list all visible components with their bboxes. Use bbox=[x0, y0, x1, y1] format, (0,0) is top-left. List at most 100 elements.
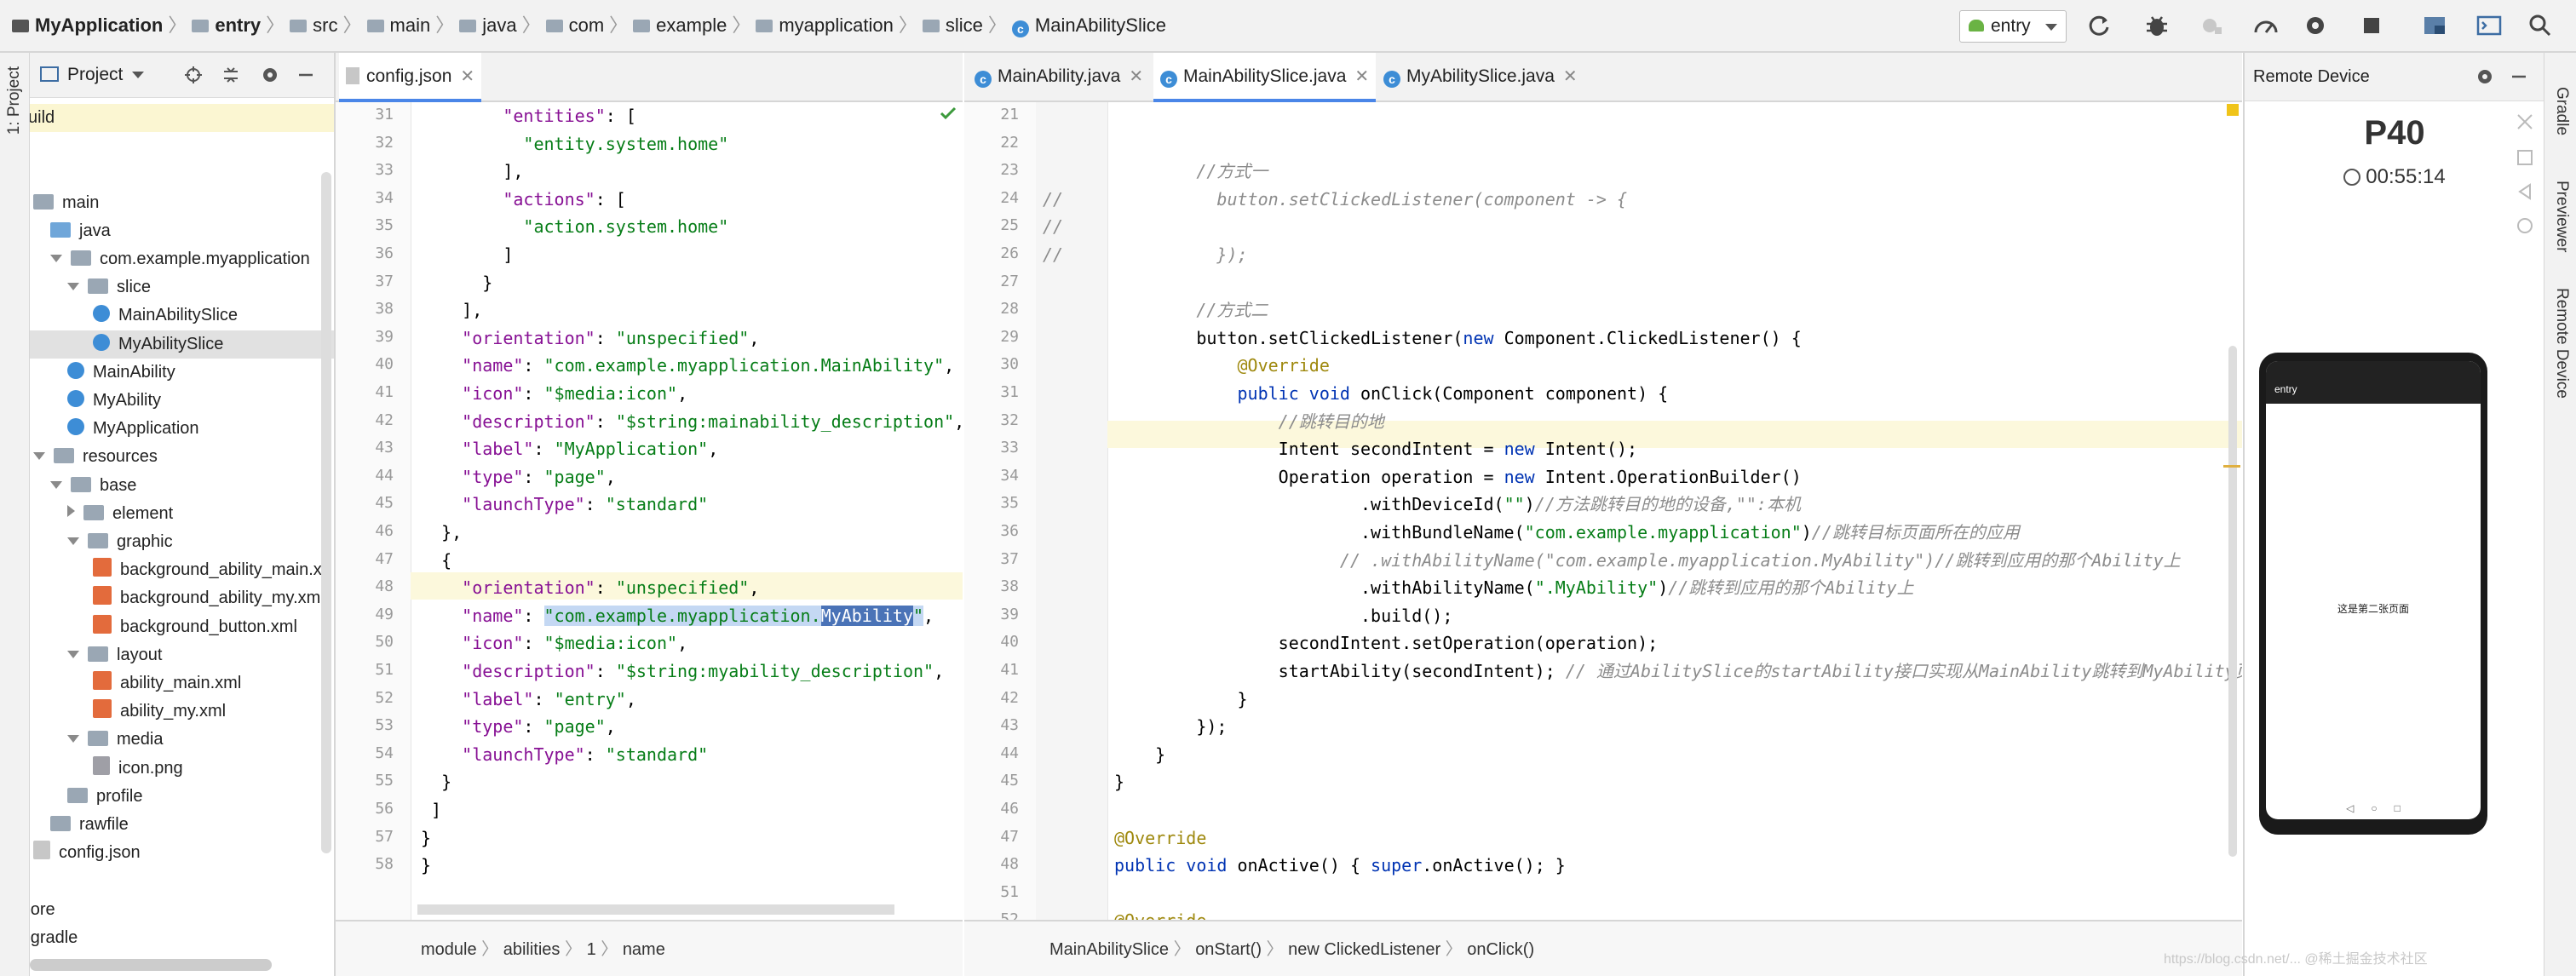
editor-tab[interactable]: c MainAbilitySlice.java ✕ bbox=[1153, 53, 1377, 102]
tree-item[interactable]: slice bbox=[30, 273, 334, 301]
code-line: //跳转目的地 bbox=[1114, 410, 1384, 432]
editor-breadcrumb-item[interactable]: onClick() bbox=[1467, 940, 1534, 959]
editor-breadcrumb-item[interactable]: 1 bbox=[587, 940, 596, 959]
sync-icon[interactable] bbox=[2085, 12, 2113, 39]
editor-tab[interactable]: c MainAbility.java ✕ bbox=[968, 53, 1150, 100]
tree-item[interactable]: rawfile bbox=[30, 811, 334, 839]
chevron-right-icon[interactable] bbox=[67, 504, 75, 517]
run-config-select[interactable]: entry bbox=[1959, 10, 2067, 43]
breadcrumb-item[interactable]: main bbox=[366, 14, 430, 36]
editor-breadcrumb-item[interactable]: name bbox=[623, 940, 665, 959]
chevron-down-icon[interactable] bbox=[67, 650, 79, 658]
tree-item[interactable]: background_button.xml bbox=[30, 613, 334, 641]
tree-item[interactable]: ability_main.xml bbox=[30, 669, 334, 698]
editor-vscrollbar[interactable] bbox=[2228, 346, 2237, 857]
tree-item[interactable]: MyAbility bbox=[30, 387, 334, 415]
terminal-icon[interactable] bbox=[2475, 12, 2503, 39]
tree-hscrollbar[interactable] bbox=[30, 959, 272, 971]
tree-item[interactable]: profile bbox=[30, 783, 334, 811]
tree-item[interactable]: icon.png bbox=[30, 755, 334, 783]
tree-item[interactable]: element bbox=[30, 500, 334, 528]
tree-item[interactable]: background_ability_my.xm bbox=[30, 584, 334, 612]
bug-icon[interactable] bbox=[2143, 12, 2171, 39]
tree-item[interactable]: main bbox=[30, 189, 334, 217]
tree-item[interactable]: media bbox=[30, 726, 334, 754]
comment-prefix: // bbox=[1043, 244, 1064, 265]
tree-item[interactable]: background_ability_main.x bbox=[30, 556, 334, 584]
gear-bug-icon[interactable] bbox=[2302, 12, 2329, 39]
editor-breadcrumb-item[interactable]: abilities bbox=[503, 940, 561, 959]
breadcrumb-item[interactable]: slice bbox=[922, 14, 983, 36]
phone-nav-bar: ◁ ○ □ bbox=[2346, 802, 2401, 814]
project-structure-icon[interactable] bbox=[2421, 12, 2448, 39]
editor-breadcrumb-item[interactable]: onStart() bbox=[1195, 940, 1262, 959]
chevron-down-icon[interactable] bbox=[50, 480, 62, 489]
gradle-tool-tab[interactable]: Gradle bbox=[2552, 87, 2571, 135]
phone-screen[interactable]: entry 这是第二张页面 ◁ ○ □ bbox=[2266, 361, 2481, 819]
chevron-down-icon[interactable] bbox=[132, 72, 144, 78]
minimize-icon[interactable] bbox=[296, 65, 316, 85]
breadcrumb-item[interactable]: java bbox=[459, 14, 517, 36]
chevron-down-icon[interactable] bbox=[67, 735, 79, 743]
breadcrumb-item[interactable]: c MainAbilitySlice bbox=[1011, 14, 1166, 37]
breadcrumb-item[interactable]: MyApplication bbox=[12, 14, 163, 36]
close-icon[interactable]: ✕ bbox=[1563, 67, 1578, 86]
breadcrumb-item[interactable]: src bbox=[290, 14, 338, 36]
code-line: "icon": "$media:icon", bbox=[462, 383, 688, 404]
collapse-all-icon[interactable] bbox=[221, 65, 241, 85]
tree-item[interactable]: resources bbox=[30, 443, 334, 471]
tree-item[interactable]: graphic bbox=[30, 528, 334, 556]
chevron-down-icon[interactable] bbox=[50, 255, 62, 262]
tree-item[interactable]: MyApplication bbox=[30, 415, 334, 443]
minimize-icon[interactable] bbox=[2509, 66, 2529, 87]
tab-config-json[interactable]: config.json ✕ bbox=[339, 53, 482, 102]
rotate-icon[interactable] bbox=[2516, 148, 2534, 167]
chevron-down-icon[interactable] bbox=[67, 537, 79, 545]
tree-item[interactable]: java bbox=[30, 217, 334, 245]
tree-item[interactable]: os bbox=[30, 132, 334, 160]
editor-breadcrumb-item[interactable]: new ClickedListener bbox=[1288, 940, 1440, 959]
tree-item[interactable]: MyAbilitySlice bbox=[30, 330, 334, 359]
tree-item[interactable]: uild.gradle bbox=[30, 924, 334, 952]
breadcrumb-item[interactable]: myapplication bbox=[756, 14, 894, 36]
editor-tab[interactable]: c MyAbilitySlice.java ✕ bbox=[1377, 53, 1584, 100]
stop-icon[interactable] bbox=[2358, 12, 2385, 39]
remote-device-tool-tab[interactable]: Remote Device bbox=[2552, 288, 2571, 399]
profiler-icon[interactable] bbox=[2252, 12, 2280, 39]
project-panel-title[interactable]: Project bbox=[67, 53, 123, 97]
tree-item[interactable]: base bbox=[30, 472, 334, 500]
close-icon[interactable]: ✕ bbox=[460, 67, 474, 86]
locate-icon[interactable] bbox=[183, 65, 204, 85]
tree-item[interactable]: test bbox=[30, 867, 334, 895]
chevron-down-icon[interactable] bbox=[67, 283, 79, 291]
tree-item[interactable]: layout bbox=[30, 641, 334, 669]
back-icon[interactable] bbox=[2516, 182, 2534, 201]
breadcrumb-item[interactable]: entry bbox=[192, 14, 261, 36]
breadcrumb-item[interactable]: example bbox=[633, 14, 727, 36]
gear-icon[interactable] bbox=[2475, 66, 2495, 87]
close-icon[interactable]: ✕ bbox=[1354, 67, 1369, 86]
tree-item[interactable]: MainAbility bbox=[30, 359, 334, 387]
breadcrumb-item[interactable]: com bbox=[545, 14, 604, 36]
tree-item[interactable]: MainAbilitySlice bbox=[30, 301, 334, 330]
search-icon[interactable] bbox=[2527, 12, 2554, 39]
previewer-tool-tab[interactable]: Previewer bbox=[2552, 181, 2571, 252]
line-number: 55 bbox=[375, 772, 394, 790]
tree-item[interactable]: config.json bbox=[30, 839, 334, 867]
close-icon[interactable]: ✕ bbox=[1129, 67, 1143, 86]
editor-breadcrumb-item[interactable]: module bbox=[421, 940, 477, 959]
chevron-down-icon[interactable] bbox=[33, 452, 45, 461]
attach-debugger-icon[interactable] bbox=[2198, 12, 2225, 39]
close-icon[interactable] bbox=[2516, 112, 2534, 131]
tree-item[interactable]: c bbox=[30, 160, 334, 188]
tree-item[interactable]: itignore bbox=[30, 896, 334, 924]
editor-breadcrumb-item[interactable]: MainAbilitySlice bbox=[1049, 940, 1169, 959]
home-icon[interactable] bbox=[2516, 216, 2534, 235]
tree-scrollbar[interactable] bbox=[321, 172, 331, 853]
tree-item[interactable]: uild bbox=[30, 104, 334, 132]
gear-icon[interactable] bbox=[260, 65, 280, 85]
tree-item[interactable]: com.example.myapplication bbox=[30, 245, 334, 273]
editor-hscrollbar[interactable] bbox=[417, 904, 894, 915]
tree-item[interactable]: ability_my.xml bbox=[30, 698, 334, 726]
project-tool-tab[interactable]: 1: Project bbox=[5, 66, 24, 135]
